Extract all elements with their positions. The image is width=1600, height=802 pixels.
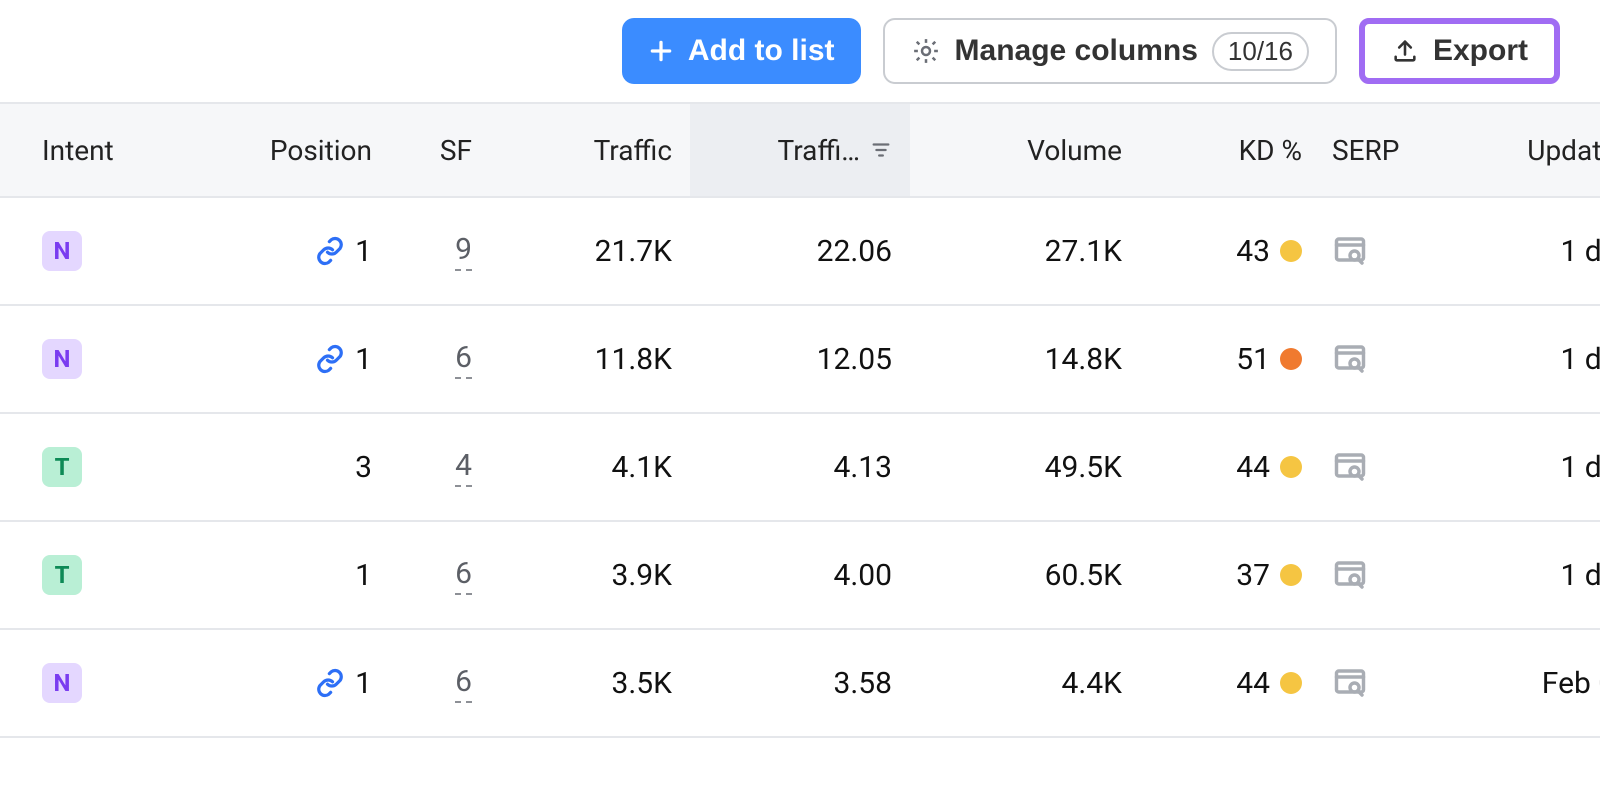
cell-serp[interactable] [1320, 341, 1460, 377]
serp-preview-icon [1332, 341, 1368, 377]
cell-sf[interactable]: 6 [390, 556, 490, 595]
kd-difficulty-dot [1280, 456, 1302, 478]
col-updated[interactable]: Updated [1460, 134, 1600, 167]
intent-badge[interactable]: T [42, 447, 82, 487]
cell-position: 3 [180, 450, 390, 485]
cell-serp[interactable] [1320, 665, 1460, 701]
sort-desc-icon [870, 139, 892, 161]
cell-sf[interactable]: 4 [390, 448, 490, 487]
cell-position: 1 [180, 558, 390, 593]
cell-updated: 1 day [1460, 450, 1600, 485]
col-traffic[interactable]: Traffic [490, 134, 690, 167]
col-sf[interactable]: SF [390, 134, 490, 167]
serp-preview-icon [1332, 557, 1368, 593]
cell-traffic: 11.8K [490, 342, 690, 377]
link-icon [315, 668, 345, 698]
table-row: N 1921.7K22.0627.1K43 1 day [0, 198, 1600, 306]
col-kd[interactable]: KD % [1140, 134, 1320, 167]
add-to-list-label: Add to list [688, 34, 835, 68]
cell-traffic: 21.7K [490, 234, 690, 269]
cell-updated: 1 day [1460, 558, 1600, 593]
kd-difficulty-dot [1280, 240, 1302, 262]
cell-kd: 44 [1140, 450, 1320, 485]
cell-kd: 43 [1140, 234, 1320, 269]
table-row: T 344.1K4.1349.5K44 1 day [0, 414, 1600, 522]
intent-badge[interactable]: N [42, 663, 82, 703]
cell-volume: 27.1K [910, 234, 1140, 269]
cell-position: 1 [180, 666, 390, 701]
col-traffic-pct[interactable]: Traffi… [690, 104, 910, 196]
serp-preview-icon [1332, 449, 1368, 485]
add-to-list-button[interactable]: Add to list [622, 18, 861, 84]
columns-count-pill: 10/16 [1212, 32, 1309, 71]
cell-sf[interactable]: 6 [390, 664, 490, 703]
link-icon [315, 236, 345, 266]
cell-serp[interactable] [1320, 233, 1460, 269]
table-row: T 163.9K4.0060.5K37 1 day [0, 522, 1600, 630]
gear-icon [911, 36, 941, 66]
toolbar: Add to list Manage columns 10/16 Export [0, 0, 1600, 102]
cell-intent: N [0, 663, 180, 703]
cell-serp[interactable] [1320, 557, 1460, 593]
cell-sf[interactable]: 9 [390, 232, 490, 271]
link-icon [315, 344, 345, 374]
data-table: Intent Position SF Traffic Traffi… Volum… [0, 102, 1600, 738]
cell-sf[interactable]: 6 [390, 340, 490, 379]
cell-traffic-pct: 3.58 [690, 666, 910, 701]
intent-badge[interactable]: T [42, 555, 82, 595]
intent-badge[interactable]: N [42, 339, 82, 379]
cell-serp[interactable] [1320, 449, 1460, 485]
plus-icon [648, 38, 674, 64]
cell-volume: 14.8K [910, 342, 1140, 377]
table-row: N 1611.8K12.0514.8K51 1 day [0, 306, 1600, 414]
cell-kd: 51 [1140, 342, 1320, 377]
cell-intent: N [0, 231, 180, 271]
col-intent[interactable]: Intent [0, 134, 180, 167]
upload-icon [1391, 37, 1419, 65]
cell-traffic: 3.9K [490, 558, 690, 593]
table-row: N 163.5K3.584.4K44 Feb 08 [0, 630, 1600, 738]
cell-intent: N [0, 339, 180, 379]
cell-traffic-pct: 4.13 [690, 450, 910, 485]
kd-difficulty-dot [1280, 672, 1302, 694]
cell-updated: 1 day [1460, 342, 1600, 377]
col-volume[interactable]: Volume [910, 134, 1140, 167]
export-label: Export [1433, 34, 1528, 68]
cell-volume: 60.5K [910, 558, 1140, 593]
intent-badge[interactable]: N [42, 231, 82, 271]
cell-kd: 44 [1140, 666, 1320, 701]
export-button[interactable]: Export [1359, 18, 1560, 84]
cell-volume: 4.4K [910, 666, 1140, 701]
cell-updated: 1 day [1460, 234, 1600, 269]
manage-columns-button[interactable]: Manage columns 10/16 [883, 18, 1337, 84]
cell-position: 1 [180, 234, 390, 269]
kd-difficulty-dot [1280, 348, 1302, 370]
cell-traffic-pct: 22.06 [690, 234, 910, 269]
serp-preview-icon [1332, 665, 1368, 701]
cell-traffic: 4.1K [490, 450, 690, 485]
cell-volume: 49.5K [910, 450, 1140, 485]
cell-position: 1 [180, 342, 390, 377]
kd-difficulty-dot [1280, 564, 1302, 586]
col-position[interactable]: Position [180, 134, 390, 167]
col-serp[interactable]: SERP [1320, 134, 1460, 167]
cell-traffic-pct: 12.05 [690, 342, 910, 377]
manage-columns-label: Manage columns [955, 34, 1198, 68]
cell-traffic-pct: 4.00 [690, 558, 910, 593]
table-header: Intent Position SF Traffic Traffi… Volum… [0, 104, 1600, 198]
serp-preview-icon [1332, 233, 1368, 269]
cell-kd: 37 [1140, 558, 1320, 593]
cell-traffic: 3.5K [490, 666, 690, 701]
cell-intent: T [0, 447, 180, 487]
cell-updated: Feb 08 [1460, 666, 1600, 701]
cell-intent: T [0, 555, 180, 595]
